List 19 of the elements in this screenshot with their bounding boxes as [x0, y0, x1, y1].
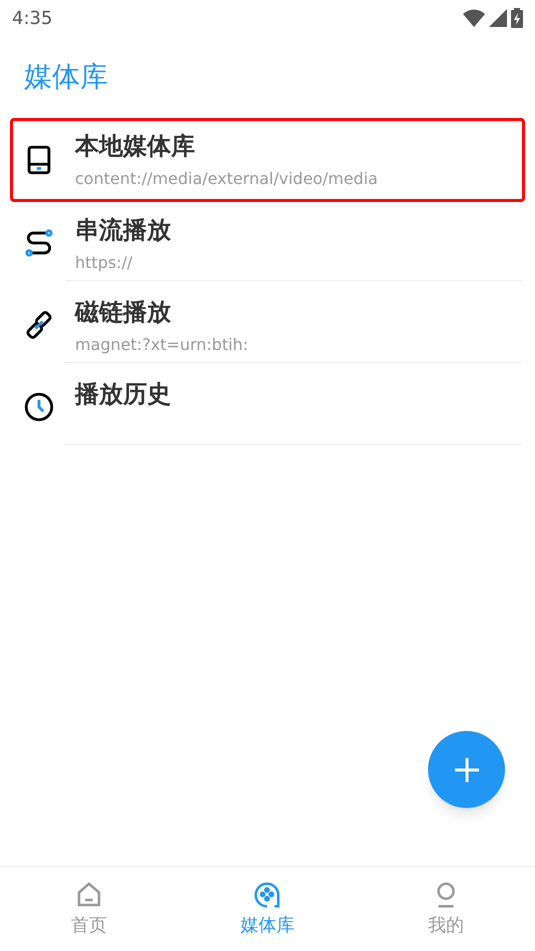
item-title: 串流播放 — [75, 215, 171, 246]
list-item[interactable]: 播放历史 — [10, 366, 525, 448]
list-item[interactable]: 磁链播放 magnet:?xt=urn:btih: — [10, 284, 525, 366]
battery-icon — [511, 8, 523, 28]
list-item[interactable]: 本地媒体库 content://media/external/video/media — [10, 118, 525, 202]
plus-icon — [452, 756, 480, 784]
item-subtitle: content://media/external/video/media — [75, 168, 378, 190]
wifi-icon — [463, 9, 485, 27]
item-title: 播放历史 — [75, 379, 171, 410]
item-subtitle: magnet:?xt=urn:btih: — [75, 334, 248, 356]
list-item[interactable]: 串流播放 https:// — [10, 202, 525, 284]
clock-icon — [22, 390, 56, 424]
signal-icon — [489, 9, 507, 27]
item-title: 本地媒体库 — [75, 131, 195, 162]
item-title: 磁链播放 — [75, 297, 171, 328]
status-time: 4:35 — [12, 6, 52, 30]
film-reel-icon — [252, 880, 282, 910]
item-subtitle: https:// — [75, 252, 132, 274]
page-title: 媒体库 — [24, 59, 108, 95]
